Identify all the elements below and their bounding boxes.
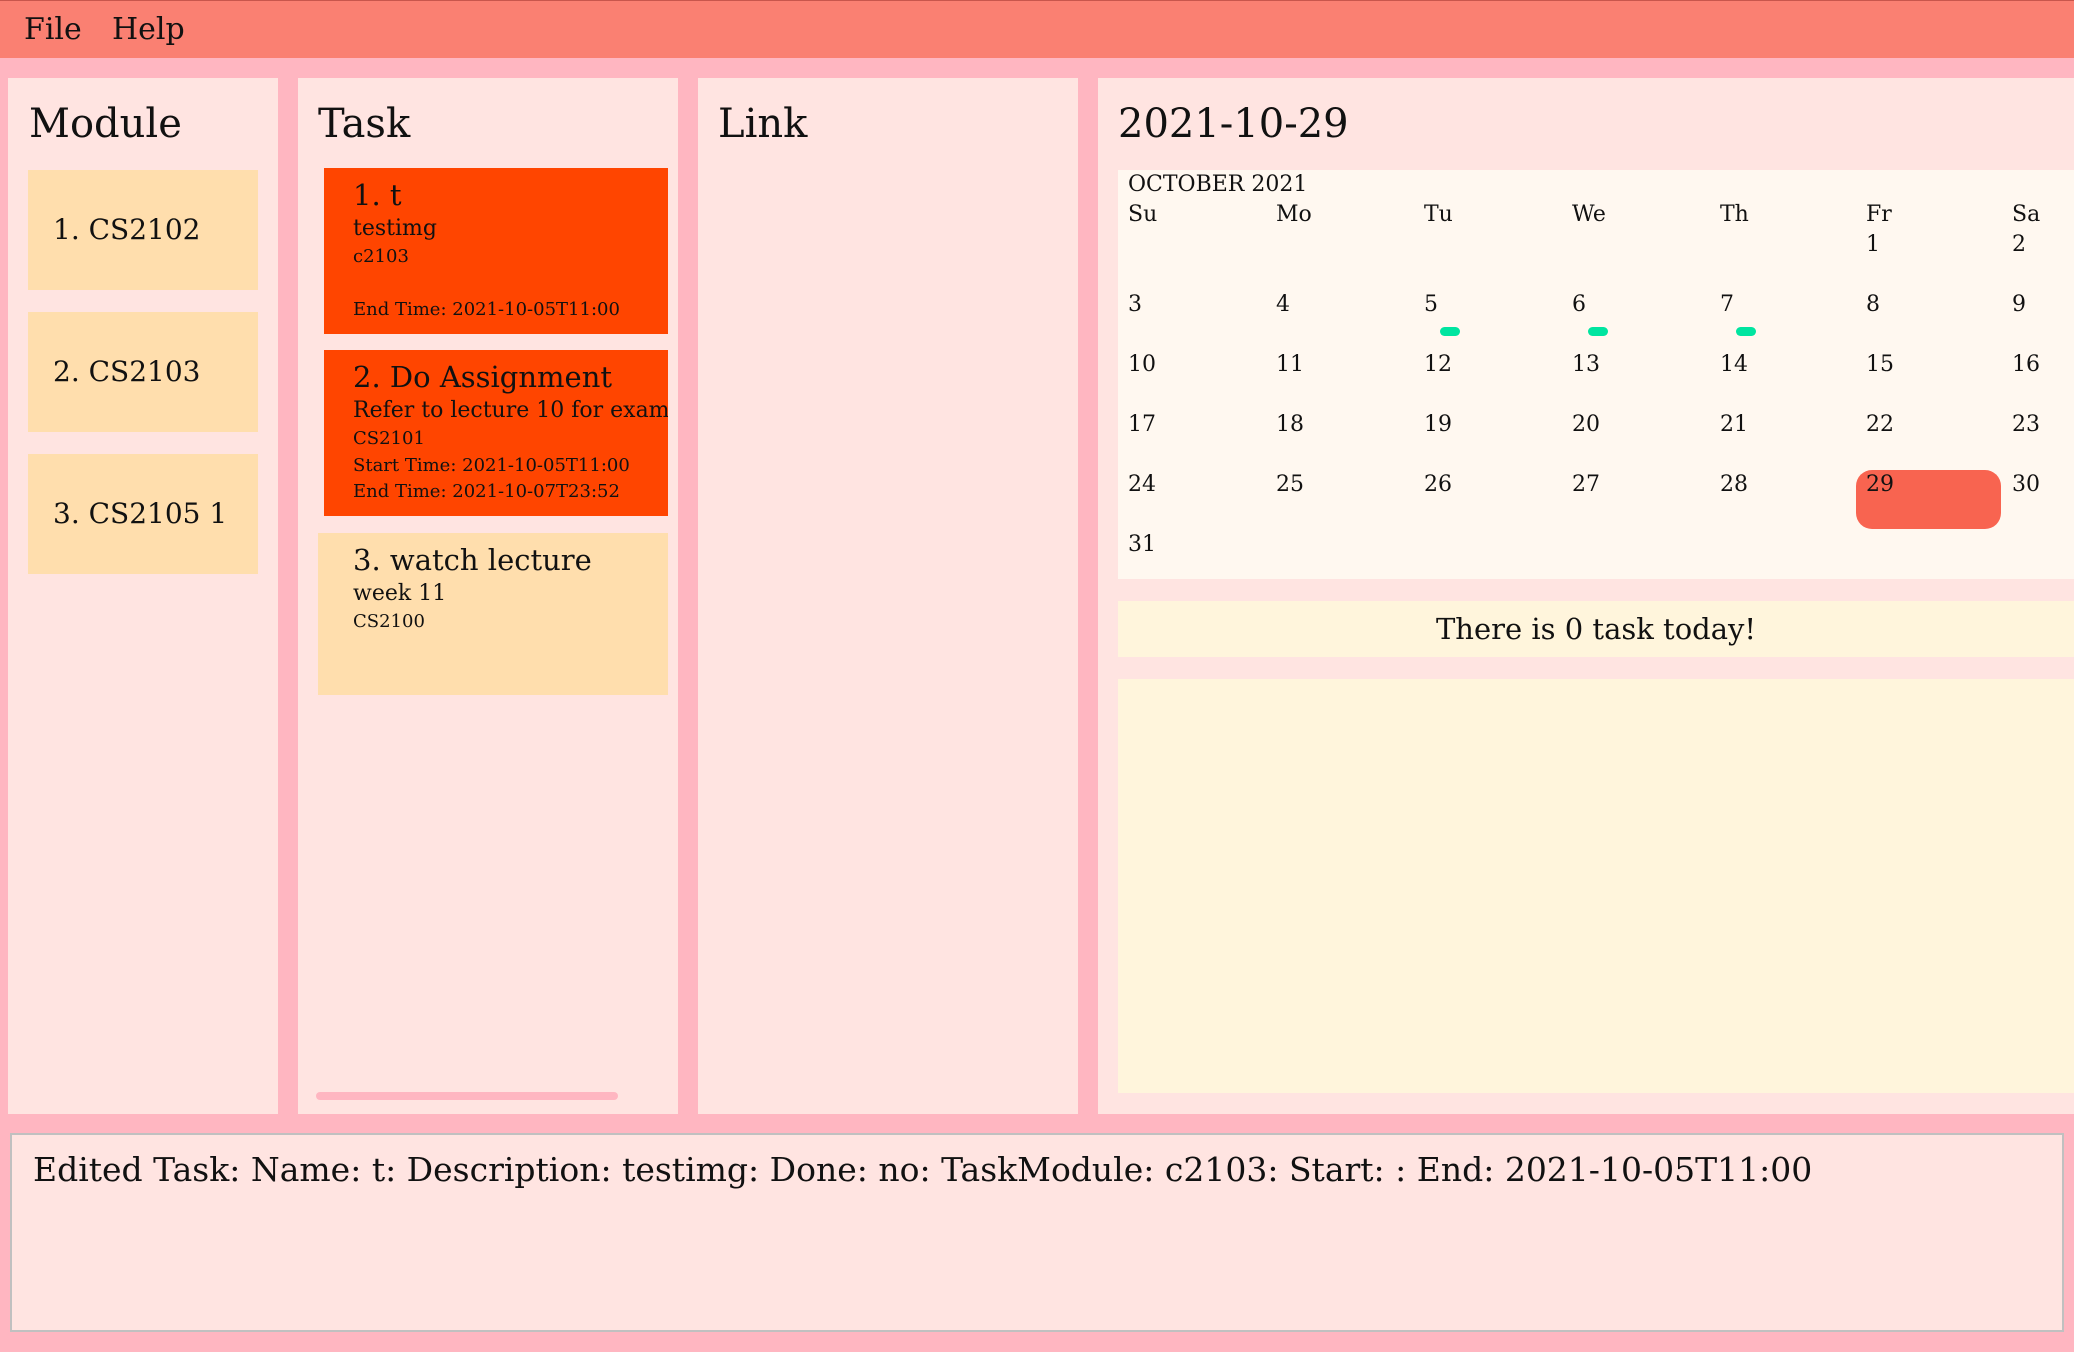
task-module: CS2100 xyxy=(353,611,425,632)
link-panel-title: Link xyxy=(718,101,808,147)
calendar-day-cell[interactable]: 9 xyxy=(2012,291,2026,319)
weekday-label: Su xyxy=(1128,202,1158,227)
task-panel-title: Task xyxy=(318,101,411,147)
module-card[interactable]: 3. CS2105 1 xyxy=(28,454,258,574)
calendar-day-cell[interactable]: 2 xyxy=(2012,231,2026,259)
calendar-day-cell[interactable]: 12 xyxy=(1424,351,1452,379)
module-label: 2. CS2103 xyxy=(53,355,201,388)
module-panel-title: Module xyxy=(29,101,182,147)
today-task-list xyxy=(1118,679,2074,1093)
weekday-label: Fr xyxy=(1866,202,1892,227)
task-list-scrollbar[interactable] xyxy=(316,1092,618,1100)
calendar-day-cell[interactable]: 4 xyxy=(1276,291,1290,319)
menu-help[interactable]: Help xyxy=(112,11,185,49)
task-module: c2103 xyxy=(353,246,409,267)
calendar-day-cell[interactable]: 30 xyxy=(2012,471,2040,499)
task-name: 2. Do Assignment xyxy=(353,360,613,394)
result-display: Edited Task: Name: t: Description: testi… xyxy=(10,1133,2064,1332)
task-name: 1. t xyxy=(353,178,402,212)
task-marker xyxy=(1440,327,1460,336)
result-message: Edited Task: Name: t: Description: testi… xyxy=(33,1150,1813,1189)
task-card[interactable]: 3. watch lecture week 11 CS2100 xyxy=(318,533,668,695)
task-marker xyxy=(1736,327,1756,336)
calendar-day-cell[interactable]: 28 xyxy=(1720,471,1748,499)
task-end-time: End Time: 2021-10-05T11:00 xyxy=(353,299,620,320)
task-description: testimg xyxy=(353,216,437,241)
weekday-label: We xyxy=(1572,202,1606,227)
task-start-time: Start Time: 2021-10-05T11:00 xyxy=(353,455,630,476)
task-marker xyxy=(1588,327,1608,336)
calendar-day-cell[interactable]: 20 xyxy=(1572,411,1600,439)
calendar-date-title: 2021-10-29 xyxy=(1118,101,1349,147)
task-description: week 11 xyxy=(353,581,447,606)
menu-file[interactable]: File xyxy=(24,11,82,49)
task-end-time: End Time: 2021-10-07T23:52 xyxy=(353,481,620,502)
calendar-day-cell[interactable]: 31 xyxy=(1128,531,1156,559)
module-card[interactable]: 2. CS2103 xyxy=(28,312,258,432)
weekday-label: Sa xyxy=(2012,202,2041,227)
calendar-day-cell[interactable]: 22 xyxy=(1866,411,1894,439)
calendar-day-cell[interactable]: 7 xyxy=(1720,291,1734,319)
calendar-day-cell[interactable]: 1 xyxy=(1866,231,1880,259)
calendar-day-cell[interactable]: 24 xyxy=(1128,471,1156,499)
task-name: 3. watch lecture xyxy=(353,543,592,577)
calendar-day-cell[interactable]: 26 xyxy=(1424,471,1452,499)
task-card[interactable]: 1. t testimg c2103 End Time: 2021-10-05T… xyxy=(324,168,668,334)
calendar-day-cell[interactable]: 10 xyxy=(1128,351,1156,379)
today-task-count: There is 0 task today! xyxy=(1118,601,2074,657)
calendar-day-cell[interactable]: 29 xyxy=(1866,471,1894,499)
weekday-label: Tu xyxy=(1424,202,1453,227)
calendar-day-cell[interactable]: 6 xyxy=(1572,291,1586,319)
task-description: Refer to lecture 10 for example xyxy=(353,398,668,423)
calendar-day-cell[interactable]: 3 xyxy=(1128,291,1142,319)
calendar-month-label: OCTOBER 2021 xyxy=(1128,172,1308,197)
module-label: 3. CS2105 1 xyxy=(53,497,228,530)
calendar-day-cell[interactable]: 27 xyxy=(1572,471,1600,499)
module-panel: Module 1. CS2102 2. CS2103 3. CS2105 1 xyxy=(8,78,278,1114)
module-label: 1. CS2102 xyxy=(53,213,201,246)
calendar-day-cell[interactable]: 16 xyxy=(2012,351,2040,379)
calendar-day-cell[interactable]: 25 xyxy=(1276,471,1304,499)
calendar-day-cell[interactable]: 17 xyxy=(1128,411,1156,439)
calendar-day-cell[interactable]: 23 xyxy=(2012,411,2040,439)
weekday-label: Mo xyxy=(1276,202,1312,227)
calendar-day-cell[interactable]: 11 xyxy=(1276,351,1304,379)
task-card[interactable]: 2. Do Assignment Refer to lecture 10 for… xyxy=(324,350,668,516)
calendar-day-cell[interactable]: 15 xyxy=(1866,351,1894,379)
calendar-day-cell[interactable]: 21 xyxy=(1720,411,1748,439)
calendar-day-cell[interactable]: 18 xyxy=(1276,411,1304,439)
calendar-day-cell[interactable]: 8 xyxy=(1866,291,1880,319)
weekday-label: Th xyxy=(1720,202,1749,227)
calendar-day-cell[interactable]: 13 xyxy=(1572,351,1600,379)
menu-bar: File Help xyxy=(0,0,2074,58)
calendar-day-cell[interactable]: 5 xyxy=(1424,291,1438,319)
calendar-day-cell[interactable]: 19 xyxy=(1424,411,1452,439)
task-module: CS2101 xyxy=(353,428,425,449)
module-card[interactable]: 1. CS2102 xyxy=(28,170,258,290)
calendar-day-cell[interactable]: 14 xyxy=(1720,351,1748,379)
link-panel: Link xyxy=(698,78,1078,1114)
